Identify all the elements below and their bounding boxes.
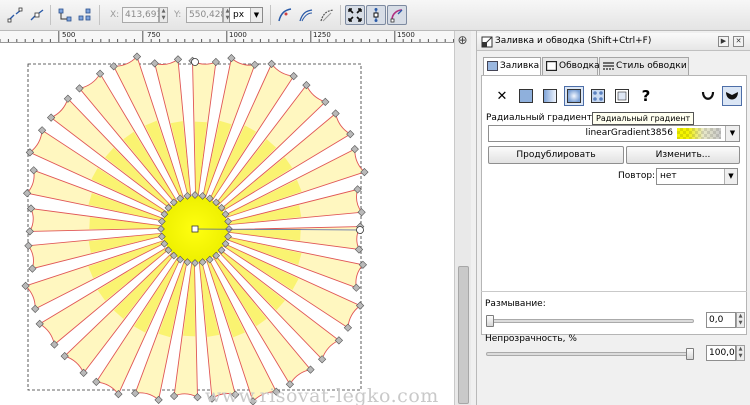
ruler-label: 750: [147, 31, 161, 39]
tab-stroke-paint-label: Обводка: [559, 61, 600, 71]
stroke-style-tab-icon: [603, 62, 614, 70]
gradient-preview-checker: [677, 128, 721, 139]
flower-drawing[interactable]: [0, 43, 454, 405]
stroke-tab-icon: [546, 61, 557, 71]
node-break-icon[interactable]: [28, 6, 46, 24]
dialog-title: Заливка и обводка (Shift+Ctrl+F): [495, 36, 652, 46]
opacity-slider-track[interactable]: [486, 352, 694, 356]
path-node[interactable]: [46, 113, 56, 122]
gradient-center-handle[interactable]: [191, 225, 199, 233]
gradient-name: linearGradient3856: [585, 128, 673, 138]
edit-mask-icon[interactable]: [318, 6, 336, 24]
gradient-end-handle[interactable]: [356, 226, 364, 234]
fill-stroke-icon: [481, 36, 493, 48]
x-spin-button[interactable]: ▲ ▼: [159, 7, 168, 23]
path-node[interactable]: [79, 368, 88, 378]
gradient-select[interactable]: linearGradient3856 ▼: [488, 125, 740, 142]
dialog-title-bar: Заливка и обводка (Shift+Ctrl+F) ▶ ✕: [477, 33, 750, 51]
close-icon[interactable]: ✕: [733, 36, 744, 47]
node-tool-controls-bar: X: 413,693 ▲ ▼ Y: 550,428 ▲ ▼ px ▼: [0, 0, 750, 31]
chevron-down-icon: ▼: [724, 169, 737, 184]
linear-gradient-icon[interactable]: [540, 86, 560, 106]
tab-stroke-style-label: Стиль обводки: [616, 61, 687, 71]
show-handles-icon[interactable]: [366, 5, 386, 25]
path-node[interactable]: [346, 129, 355, 139]
opacity-label: Непрозрачность, %: [485, 334, 577, 344]
zoom-icon[interactable]: ⊕: [455, 33, 470, 48]
x-coordinate-input[interactable]: 413,693: [122, 7, 162, 23]
blur-spin-button[interactable]: ▲ ▼: [736, 312, 745, 328]
tab-stroke-paint[interactable]: Обводка: [542, 57, 600, 75]
pattern-icon[interactable]: [588, 86, 608, 106]
dock-menu-icon[interactable]: ▶: [718, 36, 729, 47]
tab-fill-label: Заливка: [500, 61, 540, 71]
ruler-label: 1000: [229, 31, 247, 39]
radial-gradient-icon[interactable]: [564, 86, 584, 106]
gradient-type-label: Радиальный градиент: [486, 113, 592, 123]
blur-value-input[interactable]: 0,0: [706, 312, 736, 328]
fill-and-stroke-dialog: Заливка и обводка (Shift+Ctrl+F) ▶ ✕ Зал…: [476, 31, 750, 405]
y-coordinate-input[interactable]: 550,428: [186, 7, 226, 23]
flat-color-icon[interactable]: [516, 86, 536, 106]
repeat-label: Повтор:: [618, 171, 656, 181]
opacity-spin-button[interactable]: ▲ ▼: [736, 345, 745, 361]
blur-slider-track[interactable]: [486, 319, 694, 323]
canvas-vertical-scrollbar[interactable]: [454, 31, 471, 405]
no-paint-icon[interactable]: ✕: [492, 86, 512, 106]
show-path-effect-icon[interactable]: [387, 5, 407, 25]
opacity-slider-thumb[interactable]: [686, 348, 694, 360]
unit-value: px: [233, 10, 245, 20]
drawing-canvas[interactable]: www.risovat-legko.com: [0, 43, 454, 405]
blur-label: Размывание:: [485, 299, 546, 309]
y-label: Y:: [174, 10, 182, 20]
edit-clip-path-icon[interactable]: [297, 6, 315, 24]
path-node[interactable]: [95, 69, 105, 78]
chevron-down-icon: ▼: [725, 126, 739, 141]
node-join-icon[interactable]: [6, 6, 24, 24]
scrollbar-thumb[interactable]: [458, 266, 469, 404]
swatch-icon[interactable]: [612, 86, 632, 106]
x-label: X:: [110, 10, 120, 20]
tab-fill[interactable]: Заливка: [483, 57, 541, 76]
path-node[interactable]: [334, 336, 344, 345]
horizontal-ruler: 500 750 1000 1250 1500: [0, 31, 454, 43]
ruler-label: 1250: [313, 31, 331, 39]
fill-tab-icon: [487, 61, 498, 71]
gradient-focus-handle[interactable]: [191, 58, 199, 66]
watermark-text: www.risovat-legko.com: [205, 385, 439, 405]
inkscape-window: X: 413,693 ▲ ▼ Y: 550,428 ▲ ▼ px ▼ 500 7…: [0, 0, 750, 405]
tab-stroke-style[interactable]: Стиль обводки: [599, 57, 689, 75]
unset-paint-icon[interactable]: ?: [636, 86, 656, 106]
blur-slider-thumb[interactable]: [486, 315, 494, 327]
fill-rule-evenodd-icon[interactable]: [698, 86, 718, 106]
repeat-value: нет: [660, 171, 677, 181]
fill-tab-content: ✕ ? Радиальный градиент Радиальный гради…: [481, 75, 747, 335]
path-node[interactable]: [302, 80, 311, 90]
divider: [481, 291, 747, 292]
show-transform-handles-icon[interactable]: [345, 5, 365, 25]
node-join-segment-icon[interactable]: [56, 6, 74, 24]
fill-rule-nonzero-icon[interactable]: [722, 86, 742, 106]
ruler-label: 1500: [397, 31, 415, 39]
unit-select[interactable]: px ▼: [229, 7, 263, 23]
path-node[interactable]: [35, 319, 44, 329]
repeat-select[interactable]: нет ▼: [656, 168, 738, 185]
radial-gradient-tooltip: Радиальный градиент: [592, 112, 695, 125]
ruler-label: 500: [62, 31, 76, 39]
node-delete-segment-icon[interactable]: [76, 6, 94, 24]
chevron-down-icon: ▼: [250, 8, 262, 22]
duplicate-button[interactable]: Продублировать: [488, 146, 624, 164]
show-path-outline-icon[interactable]: [276, 6, 294, 24]
opacity-value-input[interactable]: 100,0: [706, 345, 736, 361]
edit-gradient-button[interactable]: Изменить...: [626, 146, 740, 164]
